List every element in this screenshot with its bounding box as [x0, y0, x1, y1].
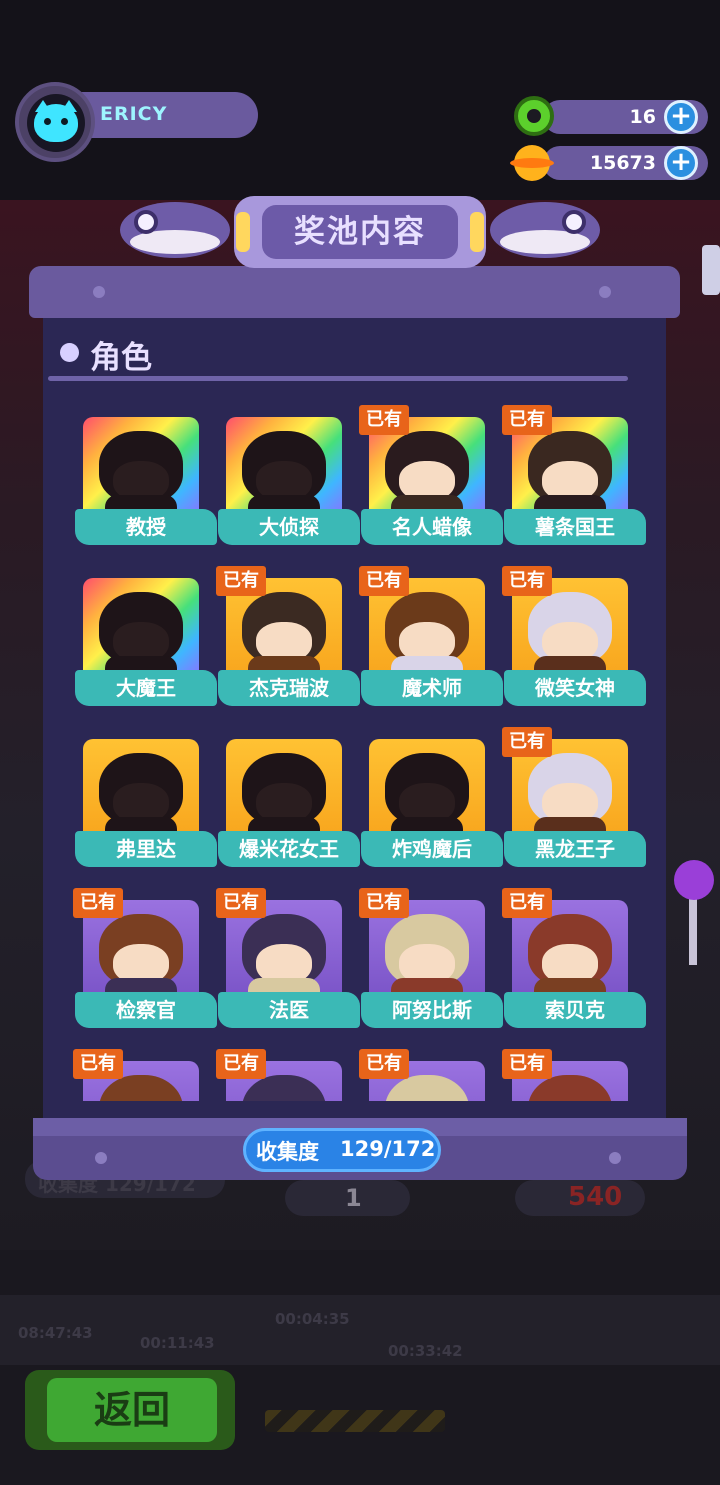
- character-card[interactable]: 阿努比斯 已有: [359, 888, 503, 1045]
- section-title: 角色: [90, 340, 152, 376]
- background-counter-right: 540: [568, 1182, 623, 1212]
- character-card[interactable]: 魔术师 已有: [359, 566, 503, 723]
- character-name: 杰克瑞波: [218, 670, 360, 706]
- character-card[interactable]: 大侦探: [218, 417, 360, 562]
- panel-top-frame: [29, 266, 680, 318]
- background-timer: 00:04:35: [275, 1310, 350, 1328]
- character-grid[interactable]: 教授 大侦探 名人蜡像 已有 薯条国王 已有 大魔王 杰克瑞波 已有 魔术师 已有 微笑女神 已有 弗里达…: [43, 385, 666, 1101]
- panel-title: 奖池内容: [294, 214, 426, 250]
- owned-badge: 已有: [216, 888, 266, 918]
- character-card[interactable]: 已有: [359, 1049, 503, 1101]
- character-card[interactable]: 教授: [75, 417, 217, 562]
- add-coin-button[interactable]: +: [664, 146, 698, 180]
- side-clip-icon: [702, 245, 720, 295]
- donut-currency-bar: 16 +: [543, 100, 708, 134]
- owned-badge: 已有: [73, 1049, 123, 1079]
- owned-badge: 已有: [216, 1049, 266, 1079]
- background-timer: 08:47:43: [18, 1324, 93, 1342]
- section-bullet: [60, 343, 79, 362]
- character-name: 弗里达: [75, 831, 217, 867]
- owned-badge: 已有: [502, 888, 552, 918]
- coin-count: 15673: [589, 152, 656, 174]
- username: ERICY: [100, 103, 168, 125]
- owned-badge: 已有: [502, 405, 552, 435]
- character-name: 阿努比斯: [361, 992, 503, 1028]
- character-card[interactable]: 已有: [73, 1049, 217, 1101]
- character-card[interactable]: 大魔王: [75, 578, 217, 723]
- fish-decoration-right: [480, 190, 610, 270]
- lever-stick: [689, 895, 697, 965]
- character-name: 薯条国王: [504, 509, 646, 545]
- owned-badge: 已有: [502, 566, 552, 596]
- character-card[interactable]: 已有: [216, 1049, 360, 1101]
- donut-count: 16: [629, 106, 656, 128]
- character-card[interactable]: 名人蜡像 已有: [359, 405, 503, 562]
- collection-label: 收集度: [256, 1140, 319, 1164]
- planet-coin-icon: [510, 143, 554, 183]
- bolt-icon: [95, 1152, 107, 1164]
- bolt-icon: [599, 286, 611, 298]
- background-timer: 00:11:43: [140, 1334, 215, 1352]
- owned-badge: 已有: [359, 888, 409, 918]
- coin-currency-bar: 15673 +: [543, 146, 708, 180]
- character-card[interactable]: 炸鸡魔后: [361, 739, 503, 884]
- character-name: 爆米花女王: [218, 831, 360, 867]
- character-name: 名人蜡像: [361, 509, 503, 545]
- character-card[interactable]: 索贝克 已有: [502, 888, 646, 1045]
- character-name: 教授: [75, 509, 217, 545]
- owned-badge: 已有: [359, 1049, 409, 1079]
- lever-ball: [674, 860, 714, 900]
- owned-badge: 已有: [73, 888, 123, 918]
- character-name: 大魔王: [75, 670, 217, 706]
- character-card[interactable]: 已有: [502, 1049, 646, 1101]
- owned-badge: 已有: [502, 727, 552, 757]
- collection-value: 129/172: [340, 1137, 436, 1161]
- section-divider: [48, 376, 628, 381]
- character-name: 微笑女神: [504, 670, 646, 706]
- background-timer: 00:33:42: [388, 1342, 463, 1360]
- character-name: 大侦探: [218, 509, 360, 545]
- character-name: 魔术师: [361, 670, 503, 706]
- owned-badge: 已有: [359, 566, 409, 596]
- character-card[interactable]: 弗里达: [75, 739, 217, 884]
- timer-strip: [0, 1295, 720, 1365]
- owned-badge: 已有: [502, 1049, 552, 1079]
- character-card[interactable]: 微笑女神 已有: [502, 566, 646, 723]
- character-card[interactable]: 杰克瑞波 已有: [216, 566, 360, 723]
- hazard-stripe: [265, 1410, 445, 1432]
- character-name: 炸鸡魔后: [361, 831, 503, 867]
- character-name: 法医: [218, 992, 360, 1028]
- back-button-label[interactable]: 返回: [47, 1378, 217, 1442]
- add-donut-button[interactable]: +: [664, 100, 698, 134]
- character-card[interactable]: 黑龙王子 已有: [502, 727, 646, 884]
- character-card[interactable]: 法医 已有: [216, 888, 360, 1045]
- character-card[interactable]: 检察官 已有: [73, 888, 217, 1045]
- fish-decoration-left: [110, 190, 240, 270]
- character-card[interactable]: 爆米花女王: [218, 739, 360, 884]
- character-card[interactable]: 薯条国王 已有: [502, 405, 646, 562]
- owned-badge: 已有: [359, 405, 409, 435]
- character-name: 检察官: [75, 992, 217, 1028]
- owned-badge: 已有: [216, 566, 266, 596]
- background-counter-left: 1: [345, 1184, 362, 1212]
- character-name: 黑龙王子: [504, 831, 646, 867]
- bolt-icon: [609, 1152, 621, 1164]
- bolt-icon: [93, 286, 105, 298]
- character-name: 索贝克: [504, 992, 646, 1028]
